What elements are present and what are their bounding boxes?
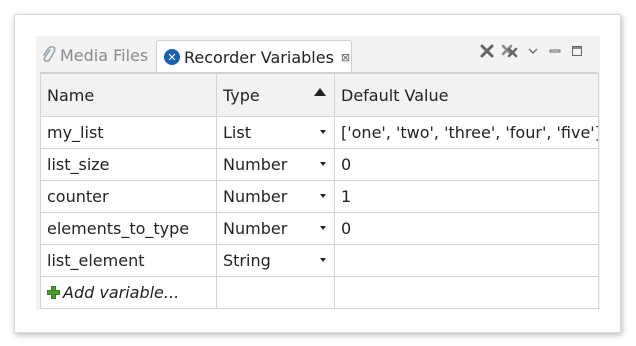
variable-type-dropdown[interactable]: String [216, 244, 335, 277]
dropdown-arrow-icon[interactable] [320, 162, 326, 166]
variable-type-dropdown[interactable]: Number [216, 212, 335, 245]
plus-icon [47, 286, 60, 299]
tab-media-files[interactable]: Media Files [40, 42, 148, 68]
dropdown-arrow-icon[interactable] [320, 194, 326, 198]
variable-type-dropdown[interactable]: Number [216, 148, 335, 181]
column-header-type-label: Type [223, 85, 260, 105]
table-row[interactable]: list_size Number 0 [40, 148, 599, 181]
table-row[interactable]: elements_to_type Number 0 [40, 212, 599, 245]
dropdown-arrow-icon[interactable] [320, 226, 326, 230]
column-header-name[interactable]: Name [40, 73, 217, 117]
paperclip-icon [40, 45, 56, 65]
add-variable-label: Add variable... [63, 283, 180, 302]
variable-default-cell[interactable] [334, 244, 599, 277]
variable-type-dropdown[interactable]: List [216, 116, 335, 149]
variable-type-value: String [223, 251, 271, 270]
sort-ascending-icon [314, 88, 326, 96]
variable-name-cell[interactable]: list_element [40, 244, 217, 277]
variables-table-container: Name Type Default Value my_list List ['o… [40, 72, 599, 311]
recorder-icon: ✕ [164, 49, 180, 65]
add-variable-row[interactable]: Add variable... [40, 276, 599, 309]
close-tab-icon[interactable]: ⊠ [341, 51, 350, 64]
variable-name-cell[interactable]: elements_to_type [40, 212, 217, 245]
variable-type-value: Number [223, 155, 288, 174]
remove-all-icon[interactable] [480, 44, 494, 58]
tab-recorder-variables-label: Recorder Variables [184, 47, 334, 67]
variable-name-cell[interactable]: counter [40, 180, 217, 213]
variable-default-cell[interactable]: 1 [334, 180, 599, 213]
minimize-icon[interactable] [548, 46, 562, 56]
column-header-type[interactable]: Type [216, 73, 335, 117]
maximize-icon[interactable] [570, 45, 584, 57]
variable-type-value: Number [223, 219, 288, 238]
table-header-row: Name Type Default Value [40, 73, 599, 117]
table-row[interactable]: my_list List ['one', 'two', 'three', 'fo… [40, 116, 599, 149]
table-row[interactable]: counter Number 1 [40, 180, 599, 213]
variable-name-cell[interactable]: my_list [40, 116, 217, 149]
tab-recorder-variables[interactable]: ✕ Recorder Variables ⊠ [156, 40, 352, 73]
tab-media-files-label: Media Files [60, 45, 149, 65]
empty-cell [216, 276, 335, 309]
variable-default-cell[interactable]: 0 [334, 212, 599, 245]
variable-name-cell[interactable]: list_size [40, 148, 217, 181]
dropdown-arrow-icon[interactable] [320, 130, 326, 134]
add-variable-button[interactable]: Add variable... [40, 276, 217, 309]
column-header-default-value[interactable]: Default Value [334, 73, 599, 117]
table-row[interactable]: list_element String [40, 244, 599, 277]
empty-cell [334, 276, 599, 309]
variables-table: Name Type Default Value my_list List ['o… [40, 73, 599, 309]
variable-default-cell[interactable]: 0 [334, 148, 599, 181]
remove-icon[interactable] [502, 44, 518, 58]
variable-type-value: List [223, 123, 251, 142]
variable-type-value: Number [223, 187, 288, 206]
tab-bar: Media Files ✕ Recorder Variables ⊠ [36, 36, 600, 73]
recorder-variables-view: Media Files ✕ Recorder Variables ⊠ Name … [36, 36, 600, 311]
view-toolbar [480, 40, 584, 62]
variable-type-dropdown[interactable]: Number [216, 180, 335, 213]
dropdown-arrow-icon[interactable] [320, 258, 326, 262]
variable-default-cell[interactable]: ['one', 'two', 'three', 'four', 'five'] [334, 116, 599, 149]
view-menu-icon[interactable] [526, 46, 540, 56]
